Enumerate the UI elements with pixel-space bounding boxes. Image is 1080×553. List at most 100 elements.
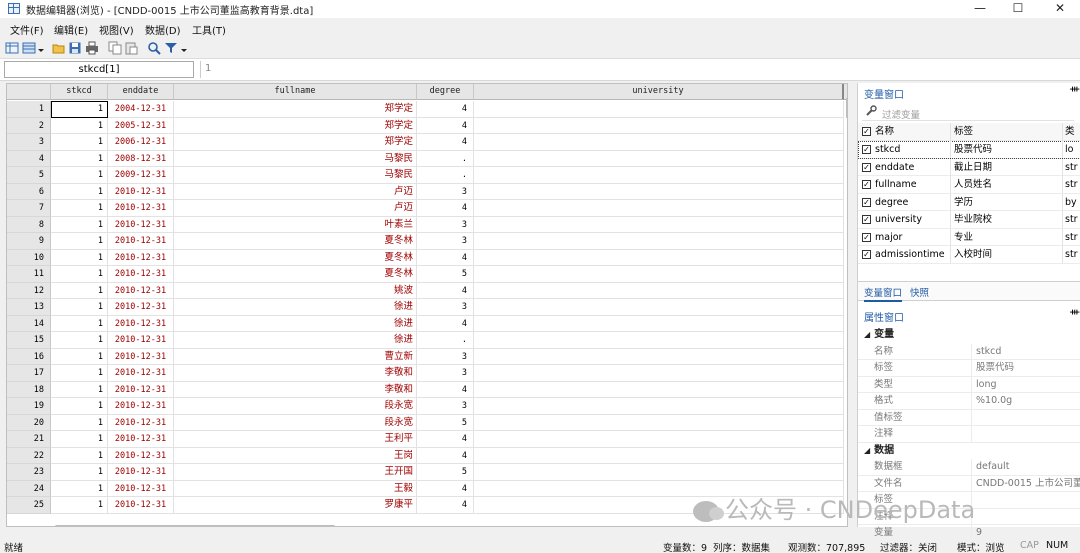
variable-checkbox[interactable]: ✓ bbox=[862, 145, 871, 154]
cell-enddate[interactable]: 2010-12-31 bbox=[108, 183, 174, 200]
cell-fullname[interactable]: 段永宽 bbox=[174, 398, 417, 415]
cell-degree[interactable]: 3 bbox=[417, 183, 474, 200]
cell-stkcd[interactable]: 1 bbox=[51, 414, 108, 431]
row-header[interactable]: 22 bbox=[7, 447, 51, 464]
row-header[interactable]: 21 bbox=[7, 431, 51, 448]
cell-stkcd[interactable]: 1 bbox=[51, 431, 108, 448]
cell-value-field[interactable]: 1 bbox=[200, 61, 850, 78]
cell-stkcd[interactable]: 1 bbox=[51, 101, 108, 118]
row-header[interactable]: 12 bbox=[7, 282, 51, 299]
minimize-button[interactable]: — bbox=[962, 0, 998, 18]
cell-degree[interactable]: 5 bbox=[417, 266, 474, 283]
row-header[interactable]: 14 bbox=[7, 315, 51, 332]
cell-stkcd[interactable]: 1 bbox=[51, 447, 108, 464]
select-all-checkbox[interactable]: ✓ bbox=[862, 127, 871, 136]
row-header[interactable]: 13 bbox=[7, 299, 51, 316]
cell-enddate[interactable]: 2010-12-31 bbox=[108, 299, 174, 316]
cell-fullname[interactable]: 郑学定 bbox=[174, 117, 417, 134]
browse-icon[interactable] bbox=[22, 41, 36, 55]
row-header[interactable]: 5 bbox=[7, 167, 51, 184]
cell-stkcd[interactable]: 1 bbox=[51, 282, 108, 299]
cell-university[interactable] bbox=[474, 282, 844, 299]
cell-fullname[interactable]: 王利平 bbox=[174, 431, 417, 448]
header-type[interactable]: 类 bbox=[1065, 123, 1079, 140]
cell-stkcd[interactable]: 1 bbox=[51, 200, 108, 217]
cell-name-box[interactable]: stkcd[1] bbox=[4, 61, 194, 78]
cell-degree[interactable]: 5 bbox=[417, 414, 474, 431]
cell-enddate[interactable]: 2010-12-31 bbox=[108, 348, 174, 365]
row-header[interactable]: 18 bbox=[7, 381, 51, 398]
copy-icon[interactable] bbox=[108, 41, 122, 55]
cell-enddate[interactable]: 2006-12-31 bbox=[108, 134, 174, 151]
cell-stkcd[interactable]: 1 bbox=[51, 381, 108, 398]
cell-enddate[interactable]: 2010-12-31 bbox=[108, 447, 174, 464]
cell-degree[interactable]: 3 bbox=[417, 348, 474, 365]
cell-enddate[interactable]: 2010-12-31 bbox=[108, 480, 174, 497]
cell-enddate[interactable]: 2004-12-31 bbox=[108, 101, 174, 118]
row-header[interactable]: 23 bbox=[7, 464, 51, 481]
cell-fullname[interactable]: 叶素兰 bbox=[174, 216, 417, 233]
row-header[interactable]: 17 bbox=[7, 365, 51, 382]
cell-degree[interactable]: . bbox=[417, 167, 474, 184]
data-grid[interactable]: stkcd enddate fullname degree university… bbox=[6, 83, 848, 527]
menu-file[interactable]: 文件(F) bbox=[10, 22, 44, 37]
cell-degree[interactable]: 3 bbox=[417, 299, 474, 316]
variable-row-university[interactable]: ✓ university 毕业院校 str bbox=[858, 211, 1080, 229]
row-header[interactable]: 2 bbox=[7, 117, 51, 134]
cell-enddate[interactable]: 2010-12-31 bbox=[108, 266, 174, 283]
cell-stkcd[interactable]: 1 bbox=[51, 249, 108, 266]
property-row[interactable]: 数据框 default bbox=[858, 459, 1080, 476]
header-name[interactable]: 名称 bbox=[875, 123, 894, 140]
row-header[interactable]: 7 bbox=[7, 200, 51, 217]
cell-university[interactable] bbox=[474, 332, 844, 349]
cell-university[interactable] bbox=[474, 233, 844, 250]
cell-enddate[interactable]: 2010-12-31 bbox=[108, 398, 174, 415]
column-header-fullname[interactable]: fullname bbox=[174, 84, 417, 100]
cell-enddate[interactable]: 2010-12-31 bbox=[108, 315, 174, 332]
cell-fullname[interactable]: 夏冬林 bbox=[174, 249, 417, 266]
cell-university[interactable] bbox=[474, 464, 844, 481]
variable-row-stkcd[interactable]: ✓ stkcd 股票代码 lo bbox=[858, 141, 1080, 159]
cell-stkcd[interactable]: 1 bbox=[51, 167, 108, 184]
cell-university[interactable] bbox=[474, 216, 844, 233]
cell-enddate[interactable]: 2005-12-31 bbox=[108, 117, 174, 134]
dropdown-icon[interactable] bbox=[37, 41, 45, 55]
variable-checkbox[interactable]: ✓ bbox=[862, 180, 871, 189]
collapse-icon[interactable]: ◢ bbox=[864, 330, 870, 339]
cell-enddate[interactable]: 2009-12-31 bbox=[108, 167, 174, 184]
cell-degree[interactable]: 4 bbox=[417, 249, 474, 266]
cell-degree[interactable]: 4 bbox=[417, 282, 474, 299]
row-header[interactable]: 16 bbox=[7, 348, 51, 365]
row-header[interactable]: 6 bbox=[7, 183, 51, 200]
variable-checkbox[interactable]: ✓ bbox=[862, 250, 871, 259]
vertical-scrollbar[interactable] bbox=[846, 98, 847, 118]
cell-fullname[interactable]: 曹立新 bbox=[174, 348, 417, 365]
cell-degree[interactable]: 3 bbox=[417, 216, 474, 233]
cell-fullname[interactable]: 王毅 bbox=[174, 480, 417, 497]
cell-university[interactable] bbox=[474, 299, 844, 316]
cell-enddate[interactable]: 2010-12-31 bbox=[108, 233, 174, 250]
cell-university[interactable] bbox=[474, 431, 844, 448]
cell-university[interactable] bbox=[474, 315, 844, 332]
cell-fullname[interactable]: 李敬和 bbox=[174, 365, 417, 382]
variable-filter-input[interactable]: 过滤变量 bbox=[882, 107, 920, 121]
row-header[interactable]: 10 bbox=[7, 249, 51, 266]
header-label[interactable]: 标签 bbox=[954, 123, 973, 140]
save-icon[interactable] bbox=[68, 41, 82, 55]
cell-degree[interactable]: . bbox=[417, 332, 474, 349]
menu-tools[interactable]: 工具(T) bbox=[192, 22, 226, 37]
row-header[interactable]: 20 bbox=[7, 414, 51, 431]
property-row[interactable]: 格式 %10.0g bbox=[858, 393, 1080, 410]
filter-icon[interactable] bbox=[164, 41, 178, 55]
cell-stkcd[interactable]: 1 bbox=[51, 216, 108, 233]
pin-icon[interactable]: ᚒ bbox=[1070, 84, 1079, 95]
cell-university[interactable] bbox=[474, 167, 844, 184]
menu-data[interactable]: 数据(D) bbox=[145, 22, 181, 37]
cell-university[interactable] bbox=[474, 249, 844, 266]
cell-degree[interactable]: 3 bbox=[417, 233, 474, 250]
variable-checkbox[interactable]: ✓ bbox=[862, 162, 871, 172]
row-header[interactable]: 24 bbox=[7, 480, 51, 497]
variable-row-degree[interactable]: ✓ degree 学历 by bbox=[858, 193, 1080, 211]
maximize-button[interactable]: ☐ bbox=[1000, 0, 1036, 18]
cell-degree[interactable]: 5 bbox=[417, 464, 474, 481]
